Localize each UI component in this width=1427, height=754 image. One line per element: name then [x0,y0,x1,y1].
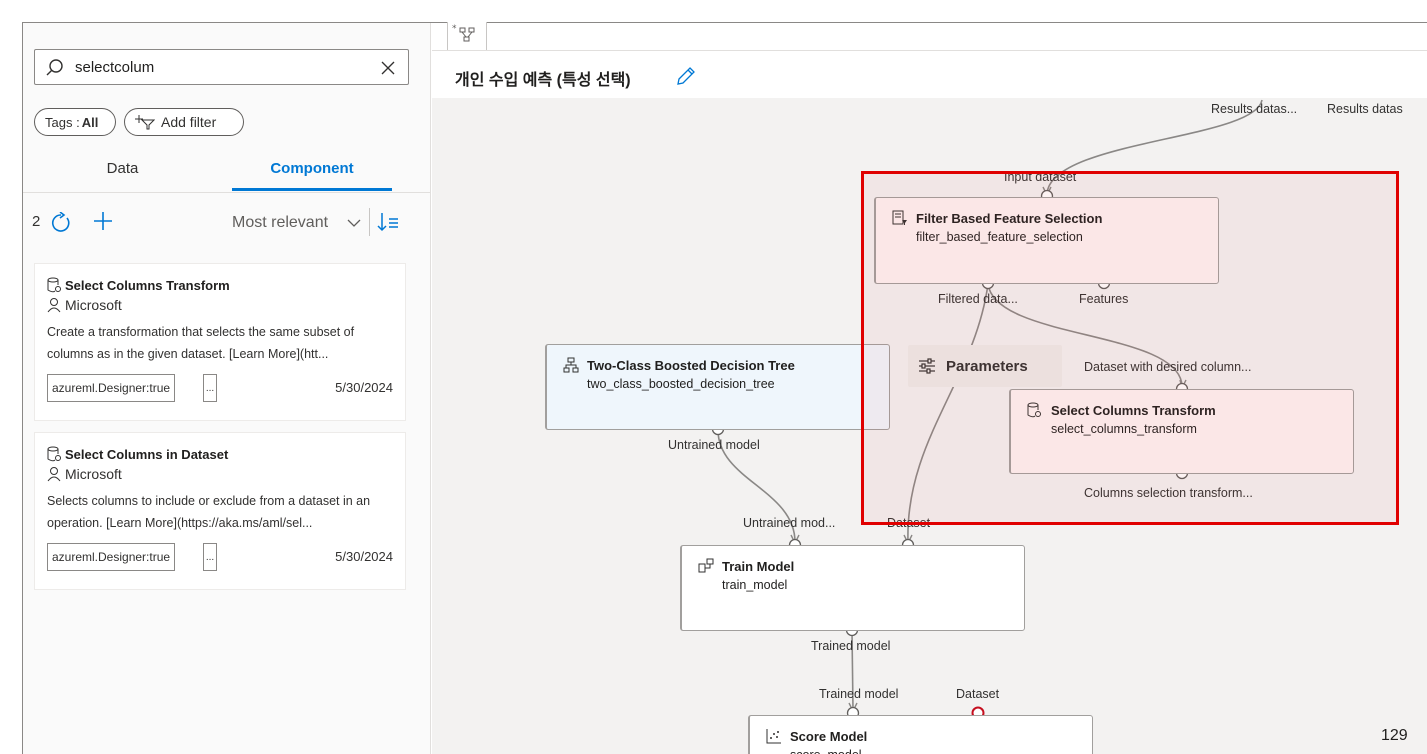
decision-tree-icon [563,357,579,373]
pipeline-tab[interactable]: * [447,22,487,50]
card-date: 5/30/2024 [335,549,393,564]
tags-filter-label: Tags : [45,114,80,130]
node-title: Score Model [790,729,868,744]
card-author: Microsoft [65,297,122,313]
svg-text:*: * [452,24,457,34]
add-icon[interactable] [92,210,114,232]
person-icon [47,467,61,482]
card-author: Microsoft [65,466,122,482]
search-icon [46,59,63,76]
port-label-untrained-model: Untrained model [668,438,760,452]
card-more-tags-button[interactable]: ... [203,543,217,571]
sort-dropdown[interactable]: Most relevant [232,214,328,232]
page-title: 개인 수입 예측 (특성 선택) [455,72,631,89]
highlight-box [861,171,1399,525]
port-label-untrained-mod: Untrained mod... [743,516,836,530]
add-filter-button[interactable]: Add filter [124,108,244,136]
tags-filter-pill[interactable]: Tags : All [34,108,116,136]
card-description: Selects columns to include or exclude fr… [47,494,371,530]
node-title: Two-Class Boosted Decision Tree [587,358,795,373]
tags-filter-value: All [81,114,99,130]
port-label-dataset-score: Dataset [956,687,1000,701]
sort-order-icon[interactable] [376,210,400,234]
close-icon[interactable] [378,58,398,78]
port-label-results: Results datas [1327,102,1403,116]
tab-data[interactable]: Data [40,160,205,177]
node-title: Train Model [722,559,795,574]
person-icon [47,298,61,313]
scatter-chart-icon [766,729,781,744]
node-subtitle: score_model [790,748,862,754]
search-input[interactable]: selectcolum [34,49,409,85]
card-date: 5/30/2024 [335,380,393,395]
pipeline-icon: * [452,24,475,42]
port-label-results: Results datas... [1211,102,1298,116]
node-subtitle: two_class_boosted_decision_tree [587,377,775,391]
result-count: 2 [32,213,41,230]
chevron-down-icon[interactable] [346,216,362,230]
train-model-icon [698,558,714,573]
add-filter-icon [135,115,155,130]
component-icon [47,446,61,462]
component-card[interactable]: Select Columns in Dataset Microsoft Sele… [34,432,406,590]
card-tag: azureml.Designer:true [47,374,176,402]
card-tag: azureml.Designer:true [47,543,176,571]
card-title: Select Columns in Dataset [65,447,229,462]
sort-divider [369,208,370,236]
port-label-trained-model: Trained model [819,687,899,701]
add-filter-label: Add filter [161,114,217,130]
active-tab-indicator [232,188,392,191]
card-title: Select Columns Transform [65,278,230,293]
card-description: Create a transformation that selects the… [47,325,355,361]
edit-icon[interactable] [676,66,696,86]
node-score-model[interactable]: Score Model score_model [748,715,1093,754]
header-divider [432,50,1427,51]
search-value: selectcolum [75,59,155,76]
node-subtitle: train_model [722,578,788,592]
node-two-class-boosted-decision-tree[interactable]: Two-Class Boosted Decision Tree two_clas… [545,344,890,430]
component-icon [47,277,61,293]
tab-divider [23,192,431,193]
refresh-icon[interactable] [50,212,72,234]
tab-component[interactable]: Component [232,160,392,177]
node-train-model[interactable]: Train Model train_model [680,545,1025,631]
page-number: 129 [1381,727,1408,744]
card-more-tags-button[interactable]: ... [203,374,217,402]
port-label-trained-model: Trained model [811,639,891,653]
component-card[interactable]: Select Columns Transform Microsoft Creat… [34,263,406,421]
